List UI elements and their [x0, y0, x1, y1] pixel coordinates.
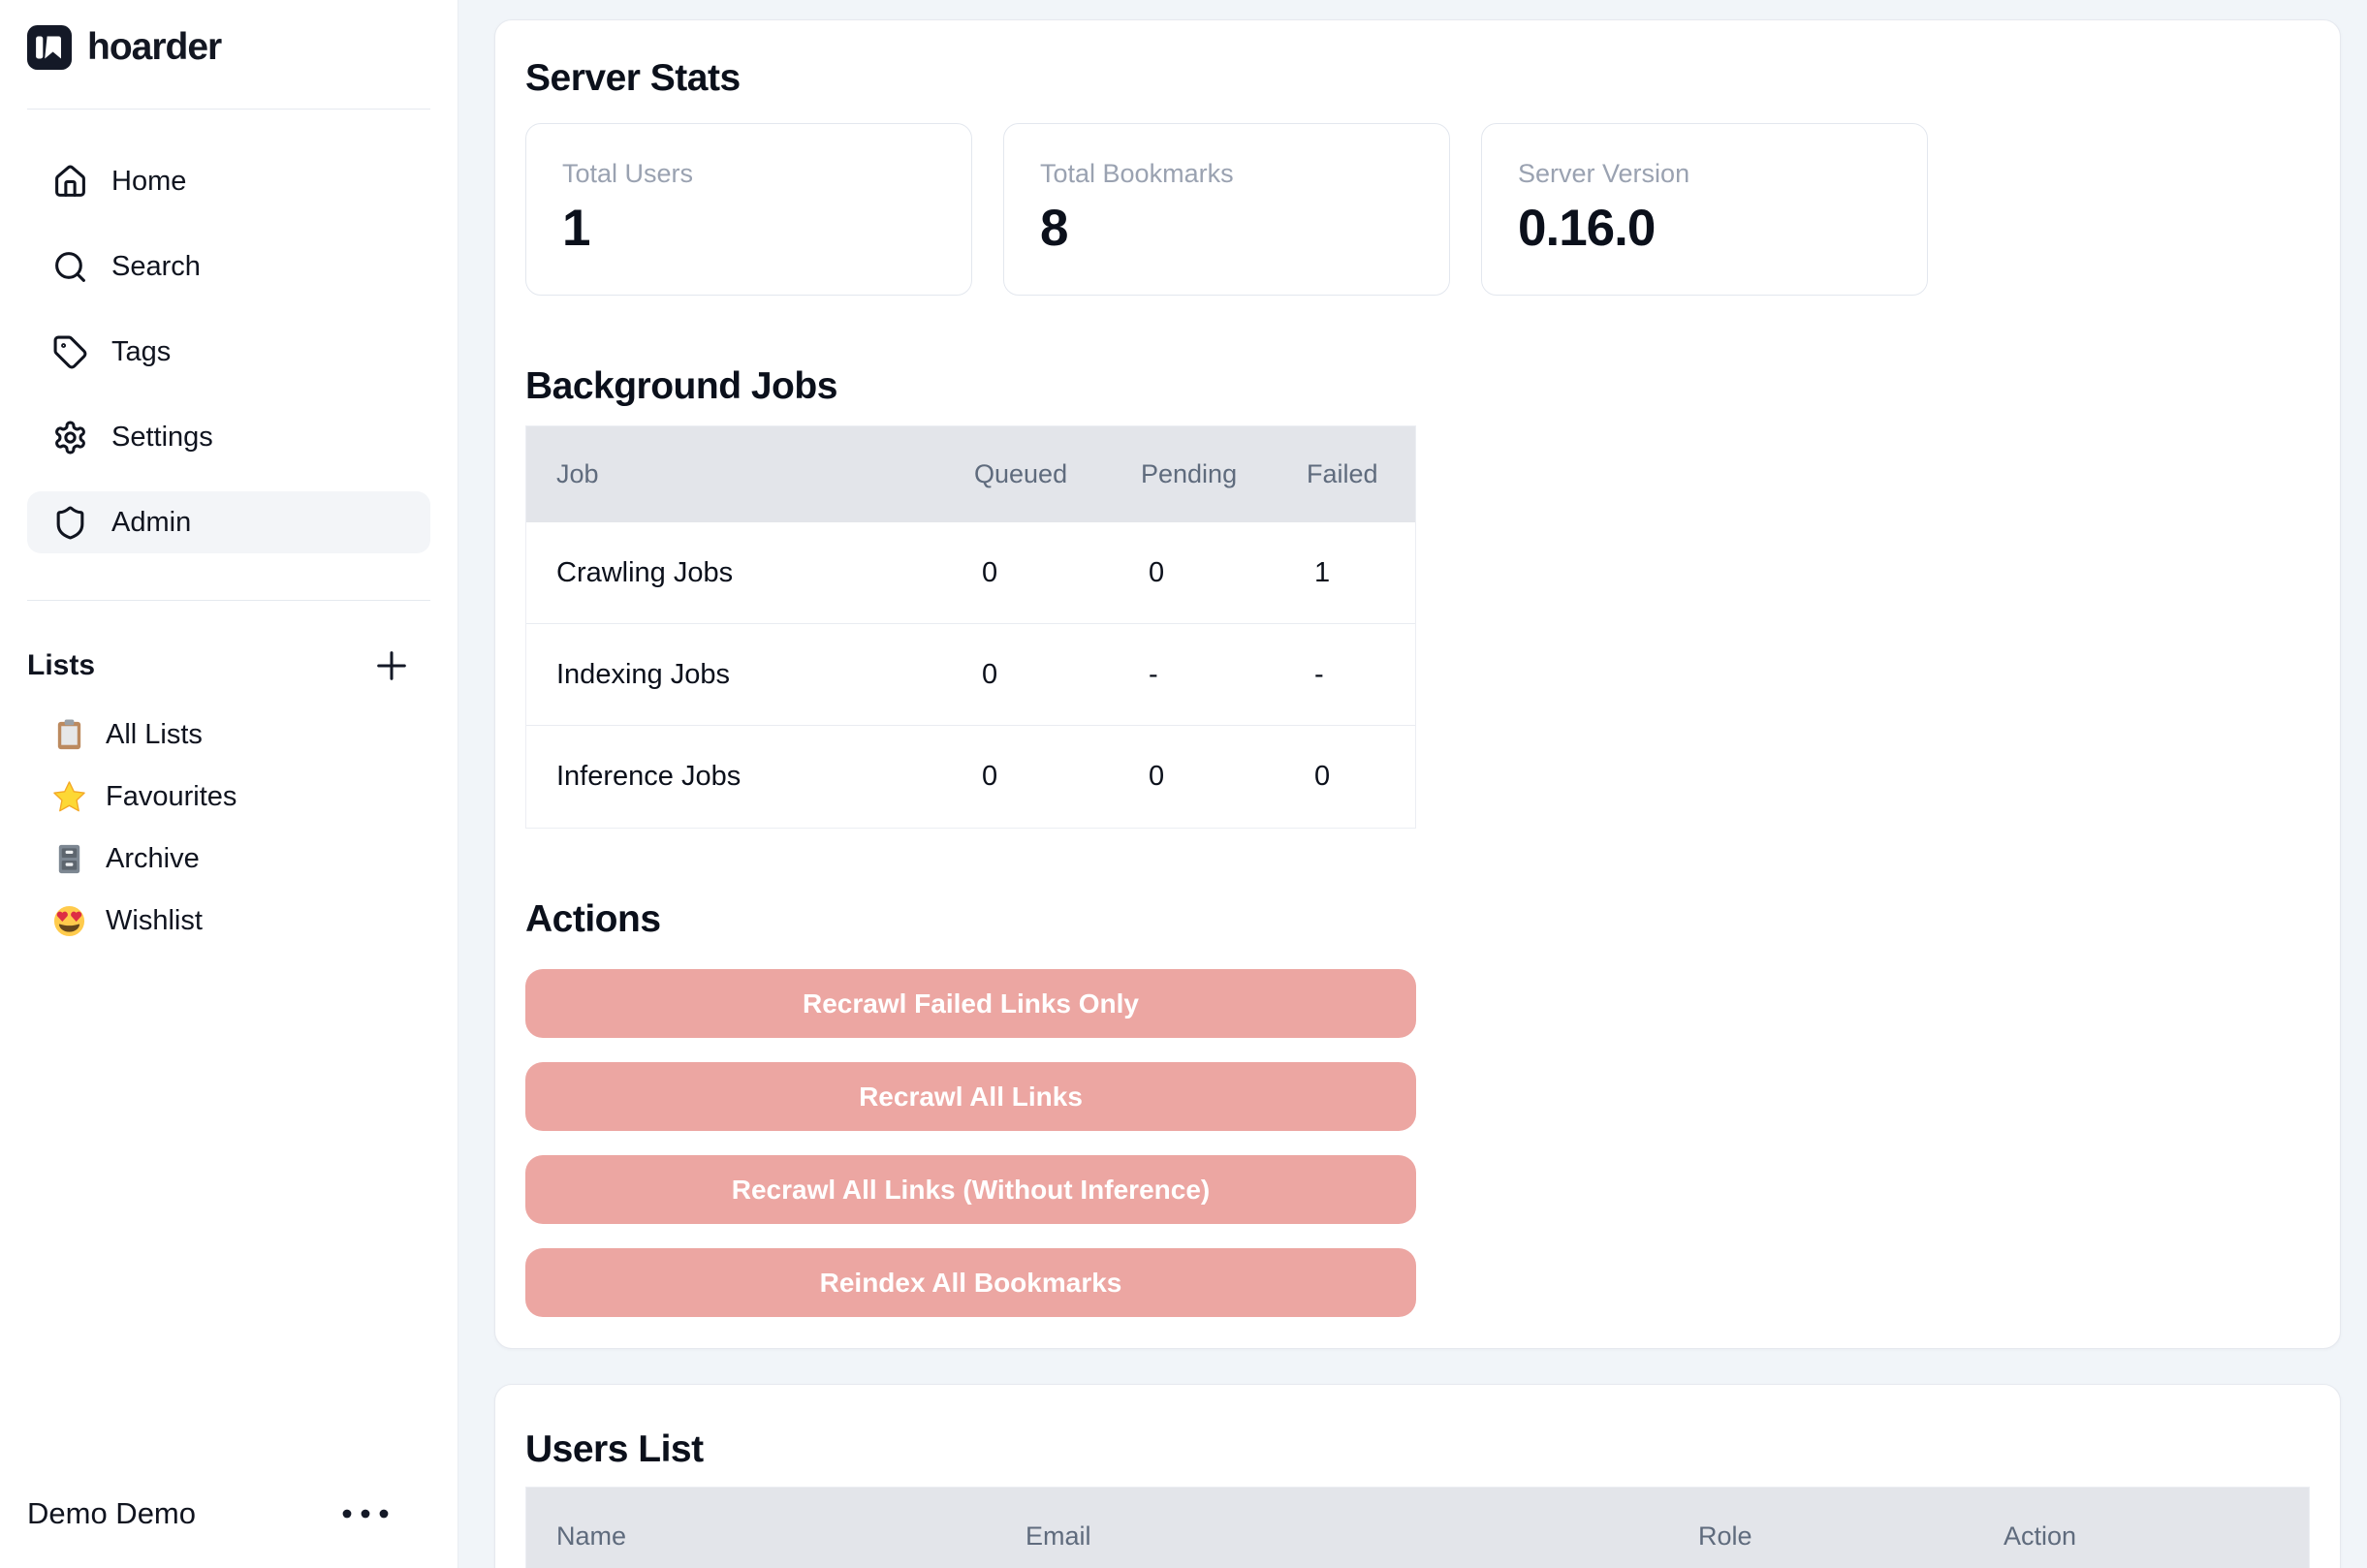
server-stats-cards: Total Users 1 Total Bookmarks 8 Server V…	[525, 123, 2310, 296]
recrawl-all-links-button[interactable]: Recrawl All Links	[525, 1062, 1416, 1131]
sidebar-item-search[interactable]: Search	[27, 235, 430, 298]
app-title: hoarder	[87, 26, 221, 69]
admin-page: Server Stats Total Users 1 Total Bookmar…	[458, 0, 2367, 1568]
user-name: Demo Demo	[27, 1496, 196, 1531]
app: { "app": { "name": "hoarder" }, "colors"…	[0, 0, 2367, 1568]
sidebar-item-admin[interactable]: Admin	[27, 491, 430, 553]
primary-nav: Home Search Tags Settings	[27, 150, 430, 553]
job-name: Inference Jobs	[526, 761, 974, 793]
failed-count: 0	[1307, 761, 1415, 793]
sidebar-item-archive[interactable]: Archive	[27, 831, 430, 886]
column-header-failed: Failed	[1307, 459, 1415, 489]
list-item-label: Favourites	[106, 781, 237, 813]
sidebar-item-label: Home	[111, 166, 186, 198]
server-stats-title: Server Stats	[525, 57, 2310, 100]
sidebar: hoarder Home Search Tags	[0, 0, 458, 1568]
list-item-label: Archive	[106, 843, 200, 875]
reindex-all-bookmarks-button[interactable]: Reindex All Bookmarks	[525, 1248, 1416, 1317]
lists-nav: All Lists Favourites Archive	[27, 707, 430, 948]
user-options-button[interactable]	[339, 1507, 392, 1521]
hoarder-logo-icon	[27, 25, 72, 70]
stat-value: 0.16.0	[1518, 199, 1891, 258]
file-cabinet-emoji-icon	[52, 842, 86, 876]
table-row: Crawling Jobs 0 0 1	[526, 522, 1415, 624]
stat-label: Server Version	[1518, 159, 1891, 189]
tag-icon	[52, 334, 88, 370]
sidebar-item-label: Settings	[111, 422, 213, 454]
stat-label: Total Bookmarks	[1040, 159, 1413, 189]
admin-panel-card: Server Stats Total Users 1 Total Bookmar…	[494, 19, 2341, 1349]
sidebar-item-tags[interactable]: Tags	[27, 321, 430, 383]
sidebar-item-favourites[interactable]: Favourites	[27, 769, 430, 824]
queued-count: 0	[974, 659, 1141, 691]
sidebar-item-home[interactable]: Home	[27, 150, 430, 212]
job-name: Indexing Jobs	[526, 659, 974, 691]
queued-count: 0	[974, 761, 1141, 793]
add-list-button[interactable]	[370, 644, 413, 687]
actions-title: Actions	[525, 898, 2310, 941]
ellipsis-icon	[339, 1507, 392, 1521]
user-menu[interactable]: Demo Demo	[27, 1496, 430, 1568]
failed-count: 1	[1307, 557, 1415, 589]
column-header-queued: Queued	[974, 459, 1141, 489]
sidebar-item-label: Admin	[111, 507, 191, 539]
column-header-email: Email	[1026, 1521, 1698, 1552]
column-header-pending: Pending	[1141, 459, 1307, 489]
list-item-label: Wishlist	[106, 905, 203, 937]
plus-icon	[373, 647, 410, 684]
table-header-row: Name Email Role Action	[526, 1488, 2309, 1568]
sidebar-item-all-lists[interactable]: All Lists	[27, 707, 430, 762]
gear-icon	[52, 420, 88, 455]
job-name: Crawling Jobs	[526, 557, 974, 589]
column-header-name: Name	[526, 1521, 1026, 1552]
sidebar-item-wishlist[interactable]: Wishlist	[27, 894, 430, 948]
failed-count: -	[1307, 659, 1415, 691]
recrawl-failed-links-button[interactable]: Recrawl Failed Links Only	[525, 969, 1416, 1038]
divider	[27, 600, 430, 601]
sidebar-item-label: Tags	[111, 336, 171, 368]
list-item-label: All Lists	[106, 719, 203, 751]
recrawl-without-inference-button[interactable]: Recrawl All Links (Without Inference)	[525, 1155, 1416, 1224]
table-row: Indexing Jobs 0 - -	[526, 624, 1415, 726]
pending-count: -	[1141, 659, 1307, 691]
table-header-row: Job Queued Pending Failed	[526, 426, 1415, 522]
star-emoji-icon	[52, 780, 86, 814]
pending-count: 0	[1141, 761, 1307, 793]
queued-count: 0	[974, 557, 1141, 589]
background-jobs-title: Background Jobs	[525, 365, 2310, 408]
users-table: Name Email Role Action	[525, 1487, 2310, 1568]
stat-label: Total Users	[562, 159, 935, 189]
column-header-action: Action	[2004, 1521, 2311, 1552]
stat-card-total-bookmarks: Total Bookmarks 8	[1003, 123, 1450, 296]
admin-actions: Recrawl Failed Links Only Recrawl All Li…	[525, 969, 1416, 1317]
divider	[27, 109, 430, 110]
lists-header: Lists	[27, 643, 430, 688]
stat-value: 8	[1040, 199, 1413, 258]
pending-count: 0	[1141, 557, 1307, 589]
stat-value: 1	[562, 199, 935, 258]
heart-eyes-emoji-icon	[52, 904, 86, 938]
background-jobs-table: Job Queued Pending Failed Crawling Jobs …	[525, 425, 1416, 829]
users-list-card: Users List Name Email Role Action	[494, 1384, 2341, 1568]
users-list-title: Users List	[525, 1428, 2310, 1471]
lists-title: Lists	[27, 649, 95, 682]
clipboard-emoji-icon	[52, 718, 86, 752]
column-header-job: Job	[526, 459, 974, 489]
shield-icon	[52, 505, 88, 541]
stat-card-total-users: Total Users 1	[525, 123, 972, 296]
app-logo[interactable]: hoarder	[27, 0, 430, 70]
house-icon	[52, 164, 88, 200]
column-header-role: Role	[1698, 1521, 2004, 1552]
table-row: Inference Jobs 0 0 0	[526, 726, 1415, 828]
stat-card-server-version: Server Version 0.16.0	[1481, 123, 1928, 296]
sidebar-item-label: Search	[111, 251, 201, 283]
sidebar-item-settings[interactable]: Settings	[27, 406, 430, 468]
search-icon	[52, 249, 88, 285]
